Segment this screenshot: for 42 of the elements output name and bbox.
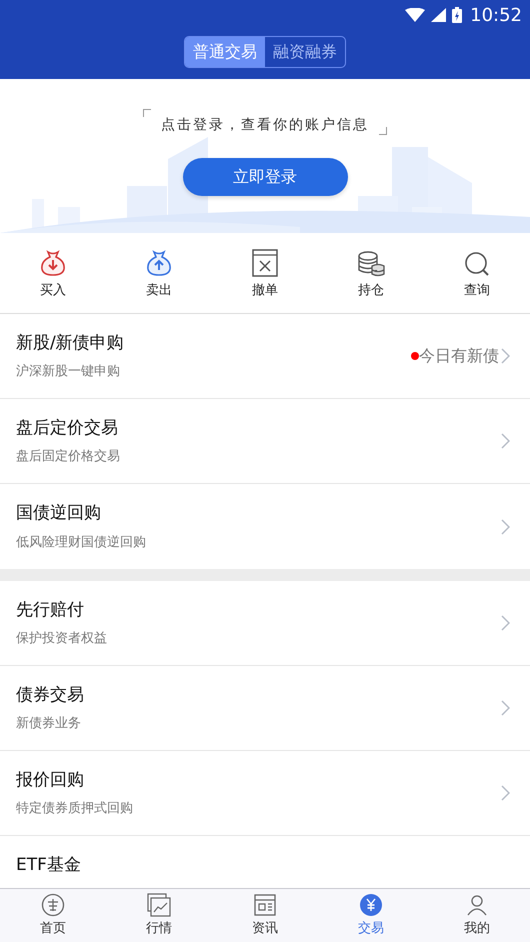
window-close-icon [252,249,278,277]
nav-tab[interactable]: 我的 [424,889,530,942]
coin-stack-icon [357,251,385,277]
corner-bracket-icon [379,127,387,135]
chevron-right-icon [501,518,510,534]
quick-action[interactable]: 卖出 [106,249,212,313]
login-button[interactable]: 立即登录 [182,158,348,196]
menu-item[interactable]: 债券交易 新债券业务 [0,666,530,751]
chevron-right-icon [501,433,510,449]
menu-item[interactable]: 新股/新债申购 沪深新股一键申购 今日有新债 [0,314,530,399]
menu-item[interactable]: 国债逆回购 低风险理财国债逆回购 [0,484,530,569]
status-time: 10:52 [470,4,522,28]
chevron-right-icon [501,785,510,801]
signal-icon [431,8,446,22]
nav-tab[interactable]: 首页 [0,889,106,942]
menu-item[interactable]: 报价回购 特定债券质押式回购 [0,751,530,836]
quick-action[interactable]: 查询 [424,249,530,313]
segment-tab[interactable]: 融资融券 [265,37,345,67]
menu-item[interactable]: 盘后定价交易 盘后固定价格交易 [0,399,530,484]
quick-action[interactable]: 撤单 [212,249,318,313]
newspaper-icon [253,892,277,917]
yen-circle-icon [359,892,383,917]
login-prompt: 点击登录，查看你的账户信息 [161,116,369,135]
corner-bracket-icon [143,109,151,117]
quick-action[interactable]: 持仓 [318,249,424,313]
menu-item[interactable]: 先行赔付 保护投资者权益 [0,581,530,666]
chevron-right-icon [501,348,510,364]
quick-action[interactable]: 买入 [0,249,106,313]
search-icon [464,251,490,277]
nav-tab[interactable]: 行情 [106,889,212,942]
person-icon [465,892,489,917]
coupon-circle-icon [41,892,65,917]
money-bag-up-icon [145,249,173,277]
chart-window-icon [147,892,171,917]
money-bag-down-icon [39,249,67,277]
nav-tab[interactable]: 交易 [318,889,424,942]
chevron-right-icon [501,615,510,631]
menu-item[interactable]: ETF基金 [0,836,530,878]
battery-icon [452,7,462,23]
wifi-icon [405,8,426,22]
chevron-right-icon [501,700,510,716]
nav-tab[interactable]: 资讯 [212,889,318,942]
